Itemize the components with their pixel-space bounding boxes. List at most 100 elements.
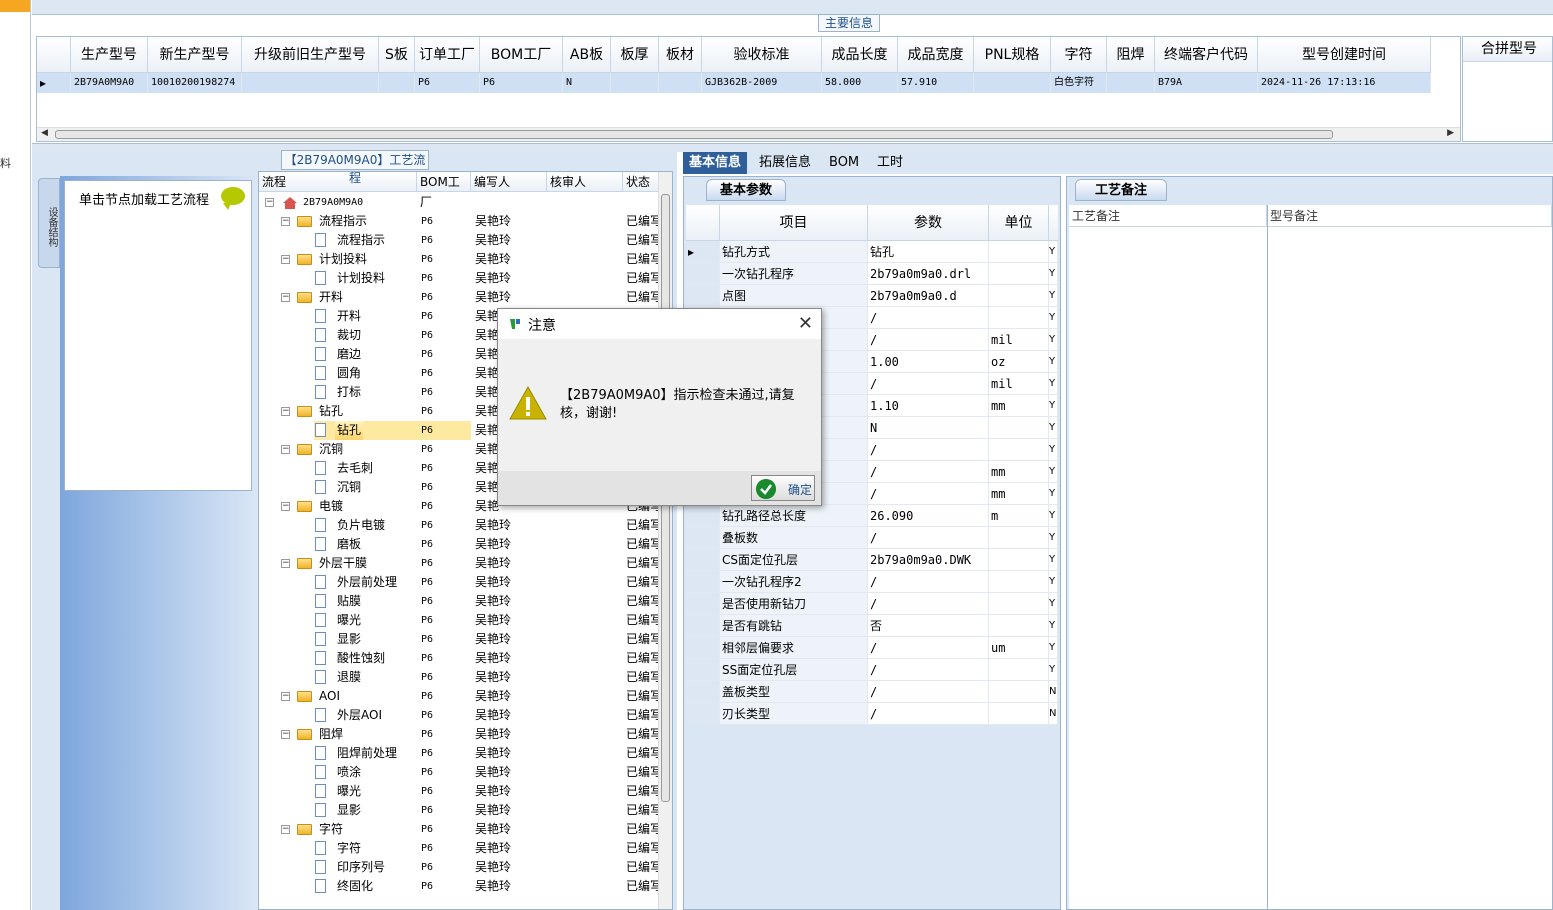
tree-file-item[interactable]: 计划投料 P6 吴艳玲 已编写 [259,269,660,288]
params-row[interactable]: 点图 2b79a0m9a0.d Y [686,285,1058,307]
tree-column-header[interactable]: 状态 [623,172,659,191]
collapse-icon[interactable]: − [281,502,290,511]
column-header[interactable]: 成品宽度 [898,37,974,73]
tree-file-item[interactable]: 曝光 P6 吴艳玲 已编写 [259,782,660,801]
tree-column-header[interactable]: BOM工厂 [417,172,471,209]
collapse-icon[interactable]: − [281,559,290,568]
tree-file-item[interactable]: 显影 P6 吴艳玲 已编写 [259,801,660,820]
tree-file-item[interactable]: 印序列号 P6 吴艳玲 已编写 [259,858,660,877]
row-indicator[interactable] [686,637,720,658]
tree-file-item[interactable]: 终固化 P6 吴艳玲 已编写 [259,877,660,896]
param-value[interactable]: N [868,417,989,438]
params-row[interactable]: ▸ 钻孔方式 钻孔 Y [686,241,1058,263]
tree-column-header[interactable]: 核审人 [547,172,623,191]
collapse-icon[interactable]: − [281,407,290,416]
horizontal-scrollbar[interactable]: ◀ ▶ [37,127,1460,141]
tree-file-item[interactable]: 喷涂 P6 吴艳玲 已编写 [259,763,660,782]
tab-process-notes[interactable]: 工艺备注 [1075,179,1167,201]
row-indicator[interactable] [686,615,720,636]
row-indicator[interactable] [686,263,720,284]
param-value[interactable]: 1.10 [868,395,989,416]
param-value[interactable]: / [868,483,989,504]
param-value[interactable]: 2b79a0m9a0.DWK [868,549,989,570]
param-value[interactable]: / [868,527,989,548]
param-value[interactable]: 2b79a0m9a0.drl [868,263,989,284]
collapse-icon[interactable]: − [281,217,290,226]
tree-folder-item[interactable]: − 阻焊 P6 吴艳玲 已编写 [259,725,660,744]
collapse-icon[interactable]: − [281,730,290,739]
row-indicator[interactable] [686,681,720,702]
tree-folder-item[interactable]: − 流程指示 P6 吴艳玲 已编写 [259,212,660,231]
tree-file-item[interactable]: 磨板 P6 吴艳玲 已编写 [259,535,660,554]
splitter[interactable] [32,143,1553,152]
column-header[interactable]: S板 [379,37,415,73]
column-header[interactable]: 生产型号 [71,37,148,73]
collapse-icon[interactable]: − [281,445,290,454]
tree-file-item[interactable]: 字符 P6 吴艳玲 已编写 [259,839,660,858]
param-value[interactable]: / [868,593,989,614]
dialog-titlebar[interactable]: 注意 ✕ [498,309,821,339]
row-indicator[interactable] [686,505,720,526]
column-header[interactable]: AB板 [563,37,611,73]
column-header[interactable]: 板材 [659,37,702,73]
param-value[interactable]: 1.00 [868,351,989,372]
tree-column-header[interactable]: 编写人 [471,172,547,191]
row-indicator[interactable] [686,285,720,306]
param-value[interactable]: / [868,373,989,394]
tree-root[interactable]: − 2B79A0M9A0 [259,193,659,212]
row-indicator[interactable] [686,571,720,592]
param-value[interactable]: 否 [868,615,989,636]
column-header[interactable]: 成品长度 [822,37,898,73]
close-icon[interactable]: ✕ [798,313,813,334]
tab-bom[interactable]: BOM [823,152,865,174]
params-column-header[interactable]: 参数 [868,205,989,240]
row-indicator[interactable] [686,549,720,570]
collapse-icon[interactable]: − [281,692,290,701]
scroll-right-icon[interactable]: ▶ [1447,128,1454,138]
tab-device-structure[interactable]: 设备结构 [38,178,60,268]
param-value[interactable]: 钻孔 [868,241,989,262]
params-row[interactable]: 是否有跳钻否 Y [686,615,1058,637]
collapse-icon[interactable]: − [265,198,274,207]
param-value[interactable]: 26.090 [868,505,989,526]
column-header[interactable]: 新生产型号 [148,37,242,73]
vertical-scrollbar[interactable] [658,172,672,909]
row-indicator[interactable] [686,593,720,614]
column-header[interactable]: 板厚 [611,37,659,73]
process-tab-title[interactable]: 【2B79A0M9A0】工艺流程 [281,150,429,185]
column-header[interactable]: PNL规格 [974,37,1051,73]
tree-folder-item[interactable]: − 外层干膜 P6 吴艳玲 已编写 [259,554,660,573]
column-header[interactable]: BOM工厂 [480,37,563,73]
params-row[interactable]: CS面定位孔层 2b79a0m9a0.DWK Y [686,549,1058,571]
scroll-thumb[interactable] [55,130,1333,139]
param-value[interactable]: / [868,439,989,460]
param-value[interactable]: / [868,659,989,680]
tree-file-item[interactable]: 流程指示 P6 吴艳玲 已编写 [259,231,660,250]
tree-folder-item[interactable]: − AOI P6 吴艳玲 已编写 [259,687,660,706]
collapse-icon[interactable]: − [281,293,290,302]
tree-folder-item[interactable]: − 字符 P6 吴艳玲 已编写 [259,820,660,839]
param-value[interactable]: / [868,703,989,724]
column-header[interactable]: 验收标准 [702,37,822,73]
column-header[interactable]: 升级前旧生产型号 [242,37,379,73]
column-header[interactable]: 字符 [1051,37,1107,73]
params-row[interactable]: 是否使用新钻刀 / Y [686,593,1058,615]
param-value[interactable]: / [868,637,989,658]
row-indicator[interactable] [686,659,720,680]
params-row[interactable]: 相邻层偏要求 / um Y [686,637,1058,659]
tree-file-item[interactable]: 酸性蚀刻 P6 吴艳玲 已编写 [259,649,660,668]
column-header[interactable]: 阻焊 [1107,37,1155,73]
column-header[interactable]: 型号创建时间 [1258,37,1431,73]
tab-basic-info[interactable]: 基本信息 [683,152,748,174]
params-row[interactable]: 钻孔路径总长度 26.090 m Y [686,505,1058,527]
collapse-icon[interactable]: − [281,255,290,264]
param-value[interactable]: / [868,571,989,592]
collapse-icon[interactable]: − [281,825,290,834]
tree-file-item[interactable]: 显影 P6 吴艳玲 已编写 [259,630,660,649]
tree-file-item[interactable]: 外层AOI P6 吴艳玲 已编写 [259,706,660,725]
tab-extended-info[interactable]: 拓展信息 [753,152,817,174]
tree-file-item[interactable]: 负片电镀 P6 吴艳玲 已编写 [259,516,660,535]
tree-folder-item[interactable]: − 开料 P6 吴艳玲 已编写 [259,288,660,307]
tree-file-item[interactable]: 贴膜 P6 吴艳玲 已编写 [259,592,660,611]
tree-folder-item[interactable]: − 计划投料 P6 吴艳玲 已编写 [259,250,660,269]
